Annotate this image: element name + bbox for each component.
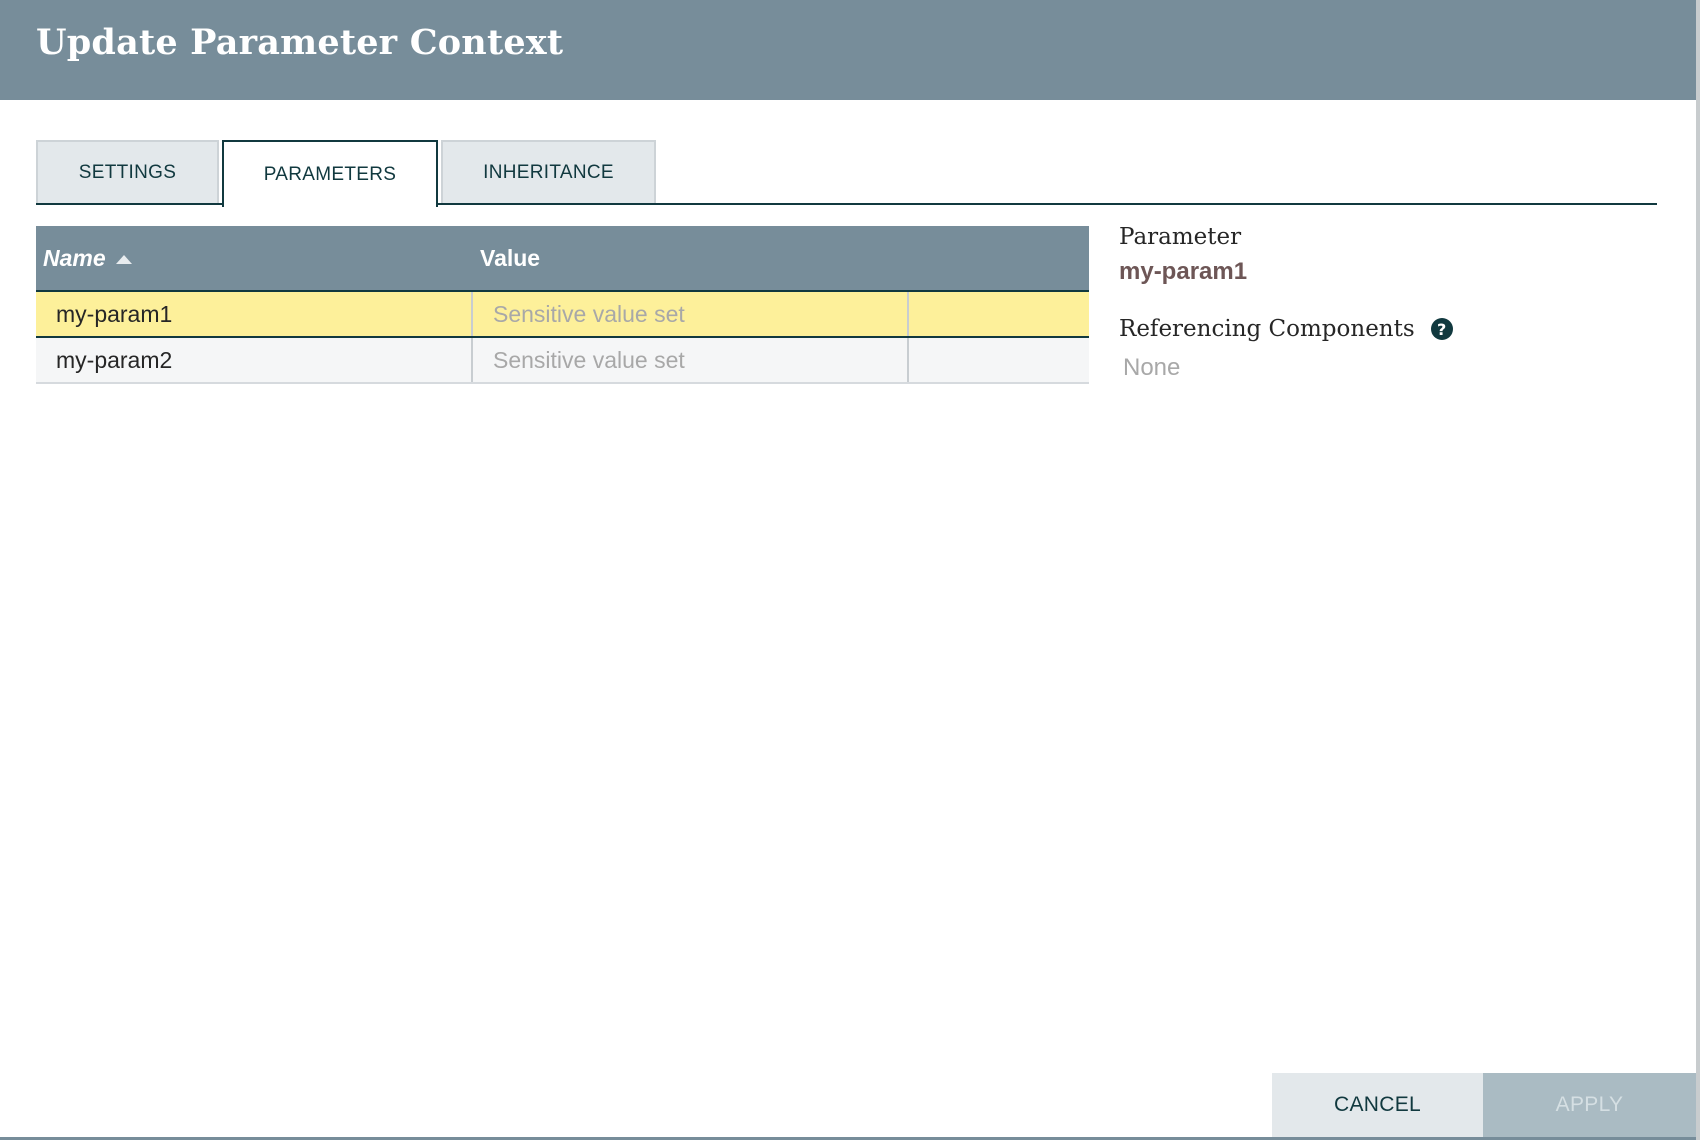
parameter-name-cell: my-param2: [36, 338, 473, 382]
update-parameter-context-dialog: Update Parameter Context SETTINGS PARAME…: [0, 0, 1696, 1140]
parameter-label: Parameter: [1119, 224, 1242, 250]
table-row[interactable]: my-param1 Sensitive value set: [36, 292, 1089, 338]
dialog-header: Update Parameter Context: [0, 0, 1696, 100]
row-actions-cell: [909, 292, 1089, 336]
sort-ascending-icon: [115, 254, 132, 264]
table-header: Name Value: [36, 226, 1089, 292]
background-edge: [1696, 0, 1700, 1140]
apply-button[interactable]: APPLY: [1483, 1073, 1696, 1137]
question-circle-icon[interactable]: ?: [1430, 318, 1453, 340]
tab-inheritance[interactable]: INHERITANCE: [441, 140, 656, 203]
parameter-name-cell: my-param1: [36, 292, 473, 336]
value-column-label: Value: [480, 244, 541, 271]
parameter-value-cell: Sensitive value set: [473, 292, 909, 336]
parameter-name-value: my-param1: [1119, 258, 1248, 285]
dialog-title: Update Parameter Context: [36, 22, 564, 63]
parameters-table: Name Value my-param1 Sensitive value set…: [36, 226, 1089, 384]
value-column-header[interactable]: Value: [480, 226, 540, 290]
cancel-button[interactable]: CANCEL: [1272, 1073, 1483, 1137]
tab-settings[interactable]: SETTINGS: [36, 140, 219, 203]
name-column-header[interactable]: Name: [43, 226, 132, 290]
referencing-components-value: None: [1123, 354, 1181, 381]
referencing-components-text: Referencing Components: [1119, 316, 1415, 342]
parameter-value-cell: Sensitive value set: [473, 338, 909, 382]
referencing-components-label: Referencing Components ?: [1119, 316, 1453, 342]
row-actions-cell: [909, 338, 1089, 382]
tab-parameters[interactable]: PARAMETERS: [222, 140, 438, 207]
table-row[interactable]: my-param2 Sensitive value set: [36, 338, 1089, 384]
name-column-label: Name: [43, 244, 106, 271]
